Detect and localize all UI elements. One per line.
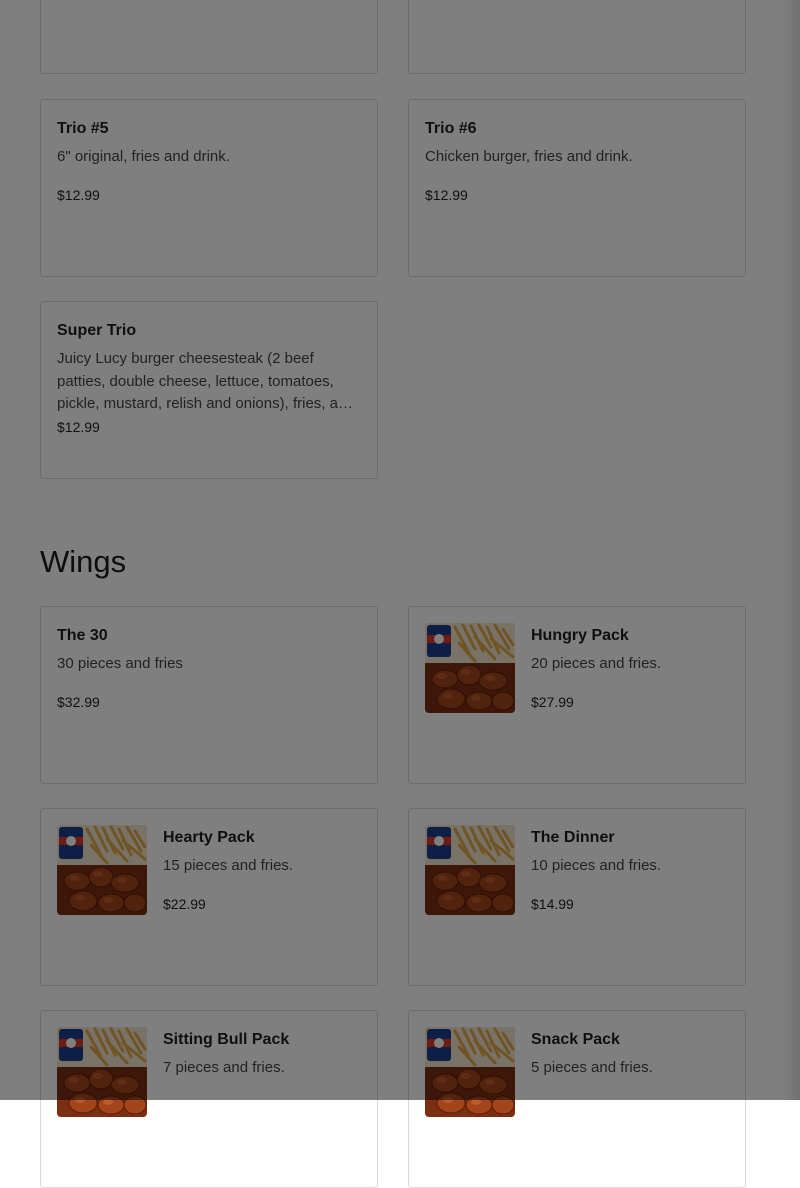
menu-item-info: Hungry Pack 20 pieces and fries. $27.99: [531, 623, 729, 767]
menu-item-info: Super Trio Juicy Lucy burger cheesesteak…: [57, 318, 361, 462]
menu-item-info: Snack Pack 5 pieces and fries.: [531, 1027, 729, 1171]
menu-item-card-trio-5[interactable]: Trio #5 6" original, fries and drink. $1…: [40, 99, 378, 277]
menu-item-info: Hearty Pack 15 pieces and fries. $22.99: [163, 825, 361, 969]
menu-item-description: 15 pieces and fries.: [163, 857, 294, 874]
menu-item-price: $14.99: [531, 895, 574, 912]
section-title-wings: Wings: [40, 544, 127, 579]
menu-item-name: Hearty Pack: [163, 829, 255, 846]
menu-item-info: The 30 30 pieces and fries $32.99: [57, 623, 361, 767]
wings-fries-drink-photo: [425, 1027, 515, 1117]
side-panel-shadow: [782, 0, 800, 1100]
menu-item-card-partial[interactable]: [40, 0, 378, 74]
menu-item-card-hearty-pack[interactable]: Hearty Pack 15 pieces and fries. $22.99: [40, 808, 378, 986]
menu-item-card-sitting-bull-pack[interactable]: Sitting Bull Pack 7 pieces and fries.: [40, 1010, 378, 1188]
menu-item-name: Snack Pack: [531, 1031, 620, 1048]
menu-item-info: Trio #5 6" original, fries and drink. $1…: [57, 116, 361, 260]
menu-item-description: 6" original, fries and drink.: [57, 148, 230, 165]
menu-item-name: Super Trio: [57, 322, 137, 339]
menu-item-price: $12.99: [425, 186, 468, 203]
wings-fries-drink-photo: [425, 825, 515, 915]
menu-item-card-the-dinner[interactable]: The Dinner 10 pieces and fries. $14.99: [408, 808, 746, 986]
menu-item-card-partial[interactable]: [408, 0, 746, 74]
menu-item-name: Trio #6: [425, 120, 477, 137]
menu-item-card-trio-6[interactable]: Trio #6 Chicken burger, fries and drink.…: [408, 99, 746, 277]
menu-item-info: The Dinner 10 pieces and fries. $14.99: [531, 825, 729, 969]
menu-item-card-hungry-pack[interactable]: Hungry Pack 20 pieces and fries. $27.99: [408, 606, 746, 784]
wings-fries-drink-photo: [57, 1027, 147, 1117]
menu-item-price: $32.99: [57, 693, 100, 710]
menu-item-card-super-trio[interactable]: Super Trio Juicy Lucy burger cheesesteak…: [40, 301, 378, 479]
menu-item-description: Chicken burger, fries and drink.: [425, 148, 633, 165]
menu-item-price: $22.99: [163, 895, 206, 912]
menu-item-description: 5 pieces and fries.: [531, 1059, 653, 1076]
menu-item-name: Sitting Bull Pack: [163, 1031, 290, 1048]
menu-item-info: Sitting Bull Pack 7 pieces and fries.: [163, 1027, 361, 1171]
menu-item-name: Hungry Pack: [531, 627, 629, 644]
menu-item-description: 30 pieces and fries: [57, 655, 183, 672]
menu-item-name: Trio #5: [57, 120, 109, 137]
menu-item-price: $12.99: [57, 186, 100, 203]
menu-item-card-snack-pack[interactable]: Snack Pack 5 pieces and fries.: [408, 1010, 746, 1188]
wings-fries-drink-photo: [57, 825, 147, 915]
menu-item-price: $12.99: [57, 418, 100, 435]
menu-item-name: The Dinner: [531, 829, 615, 846]
menu-item-card-the-30[interactable]: The 30 30 pieces and fries $32.99: [40, 606, 378, 784]
menu-item-price: $27.99: [531, 693, 574, 710]
menu-item-description: 7 pieces and fries.: [163, 1059, 285, 1076]
menu-item-name: The 30: [57, 627, 108, 644]
menu-item-description: 10 pieces and fries.: [531, 857, 662, 874]
menu-item-info: Trio #6 Chicken burger, fries and drink.…: [425, 116, 729, 260]
menu-item-description: 20 pieces and fries.: [531, 655, 662, 672]
wings-fries-drink-photo: [425, 623, 515, 713]
menu-item-description: Juicy Lucy burger cheesesteak (2 beef pa…: [57, 350, 353, 412]
